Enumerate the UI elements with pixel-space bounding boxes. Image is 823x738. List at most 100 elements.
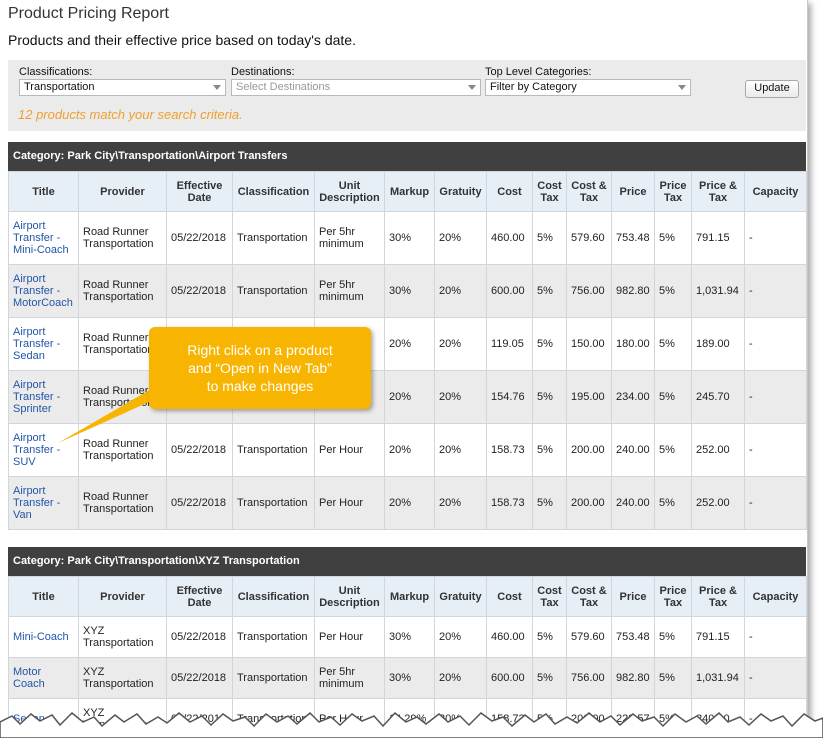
- table-row[interactable]: Motor Coach XYZ Transportation 05/22/2018 T…: [8, 657, 807, 699]
- product-link[interactable]: Airport Transfer - MotorCoach: [8, 264, 79, 318]
- table-cell: 753.48: [611, 211, 655, 265]
- column-header[interactable]: Provider: [78, 171, 167, 212]
- table-cell: 20%: [384, 370, 435, 424]
- table-cell: Per 5hr minimum: [314, 211, 385, 265]
- table-cell: -: [744, 657, 807, 699]
- table-cell: 753.48: [611, 616, 655, 658]
- table-cell: 240.00: [611, 423, 655, 477]
- column-header[interactable]: Markup: [384, 171, 435, 212]
- column-header[interactable]: Effective Date: [166, 576, 233, 617]
- table-cell: 756.00: [566, 264, 612, 318]
- callout-line: and “Open in New Tab”: [188, 360, 332, 376]
- category-header: Category: Park City\Transportation\XYZ T…: [8, 547, 806, 576]
- table-cell: 579.60: [566, 616, 612, 658]
- column-header[interactable]: Capacity: [744, 171, 807, 212]
- table-cell: 20%: [384, 476, 435, 530]
- product-link[interactable]: Motor Coach: [8, 657, 79, 699]
- table-row[interactable]: Airport Transfer - Mini-Coach Road Runner…: [8, 211, 807, 265]
- table-row[interactable]: Mini-Coach XYZ Transportation 05/22/2018 Tr…: [8, 616, 807, 658]
- column-header[interactable]: Cost: [486, 171, 533, 212]
- destinations-label: Destinations:: [231, 66, 295, 78]
- column-header[interactable]: Title: [8, 171, 79, 212]
- product-link[interactable]: Airport Transfer - Sedan: [8, 317, 79, 371]
- column-header[interactable]: Unit Description: [314, 171, 385, 212]
- table-cell: 05/22/2018: [166, 657, 233, 699]
- table-row[interactable]: Airport Transfer - Sedan Road Runner Tran…: [8, 317, 807, 371]
- table-cell: -: [744, 317, 807, 371]
- category-section: Category: Park City\Transportation\Airpo…: [8, 142, 807, 530]
- table-cell: 20%: [434, 657, 487, 699]
- table-row[interactable]: Airport Transfer - MotorCoach Road Runner…: [8, 264, 807, 318]
- table-cell: Per Hour: [314, 423, 385, 477]
- column-header[interactable]: Provider: [78, 576, 167, 617]
- column-header[interactable]: Cost & Tax: [566, 576, 612, 617]
- column-header[interactable]: Capacity: [744, 576, 807, 617]
- categories-filter: Top Level Categories: Filter by Category: [485, 66, 691, 96]
- table-cell: Road Runner Transportation: [78, 264, 167, 318]
- column-header[interactable]: Cost Tax: [532, 171, 567, 212]
- table-cell: Transportation: [232, 657, 315, 699]
- table-cell: 20%: [434, 317, 487, 371]
- match-count-text: 12 products match your search criteria.: [18, 107, 243, 122]
- table-row[interactable]: Airport Transfer - Van Road Runner Transp…: [8, 476, 807, 530]
- table-cell: Per 5hr minimum: [314, 264, 385, 318]
- column-header[interactable]: Effective Date: [166, 171, 233, 212]
- column-header[interactable]: Title: [8, 576, 79, 617]
- callout-line: to make changes: [206, 378, 314, 394]
- column-header[interactable]: Cost & Tax: [566, 171, 612, 212]
- table-cell: 234.00: [611, 370, 655, 424]
- column-header[interactable]: Gratuity: [434, 171, 487, 212]
- table-cell: 982.80: [611, 264, 655, 318]
- classifications-label: Classifications:: [19, 66, 93, 78]
- column-header[interactable]: Price: [611, 171, 655, 212]
- column-header[interactable]: Price: [611, 576, 655, 617]
- table-cell: 5%: [532, 370, 567, 424]
- destinations-placeholder: Select Destinations: [236, 81, 331, 93]
- table-cell: 5%: [654, 476, 692, 530]
- column-header[interactable]: Classification: [232, 171, 315, 212]
- table-cell: 200.00: [566, 476, 612, 530]
- table-cell: 5%: [532, 317, 567, 371]
- table-cell: 982.80: [611, 657, 655, 699]
- column-header[interactable]: Markup: [384, 576, 435, 617]
- column-header[interactable]: Price Tax: [654, 576, 692, 617]
- table-cell: 600.00: [486, 657, 533, 699]
- table-cell: -: [744, 476, 807, 530]
- table-cell: 180.00: [611, 317, 655, 371]
- table-cell: Road Runner Transportation: [78, 211, 167, 265]
- table-cell: -: [744, 370, 807, 424]
- column-header[interactable]: Price & Tax: [691, 171, 745, 212]
- categories-select[interactable]: Filter by Category: [485, 79, 691, 96]
- table-cell: 30%: [384, 657, 435, 699]
- column-header[interactable]: Price & Tax: [691, 576, 745, 617]
- table-cell: 5%: [532, 616, 567, 658]
- categories-value: Filter by Category: [490, 81, 577, 93]
- table-cell: 05/22/2018: [166, 211, 233, 265]
- update-button[interactable]: Update: [745, 80, 799, 98]
- column-header[interactable]: Gratuity: [434, 576, 487, 617]
- destinations-select[interactable]: Select Destinations: [231, 79, 481, 96]
- table-cell: 460.00: [486, 211, 533, 265]
- table-cell: 791.15: [691, 211, 745, 265]
- torn-edge: [0, 711, 823, 738]
- table-cell: -: [744, 423, 807, 477]
- product-link[interactable]: Mini-Coach: [8, 616, 79, 658]
- table-cell: 245.70: [691, 370, 745, 424]
- table-cell: 240.00: [611, 476, 655, 530]
- column-header[interactable]: Cost Tax: [532, 576, 567, 617]
- classifications-select[interactable]: Transportation: [19, 79, 226, 96]
- column-header[interactable]: Price Tax: [654, 171, 692, 212]
- table-cell: Per Hour: [314, 476, 385, 530]
- product-link[interactable]: Airport Transfer - Van: [8, 476, 79, 530]
- chevron-down-icon: [468, 85, 476, 90]
- column-header[interactable]: Classification: [232, 576, 315, 617]
- column-header[interactable]: Cost: [486, 576, 533, 617]
- product-link[interactable]: Airport Transfer - Mini-Coach: [8, 211, 79, 265]
- table-cell: 154.76: [486, 370, 533, 424]
- table-cell: XYZ Transportation: [78, 616, 167, 658]
- column-header[interactable]: Unit Description: [314, 576, 385, 617]
- table-cell: 30%: [384, 616, 435, 658]
- table-cell: 30%: [384, 211, 435, 265]
- table-cell: 189.00: [691, 317, 745, 371]
- table-cell: -: [744, 264, 807, 318]
